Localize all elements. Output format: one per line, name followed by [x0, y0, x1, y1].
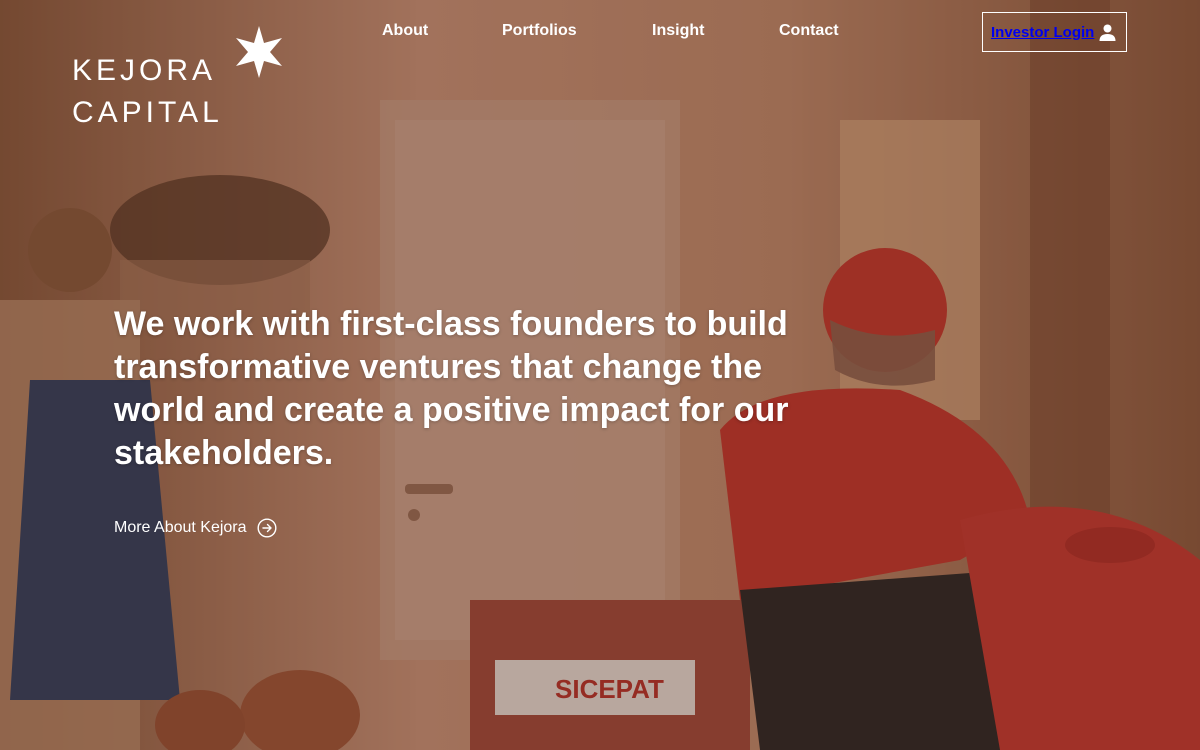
more-about-link[interactable]: More About Kejora: [114, 518, 277, 538]
nav-portfolios[interactable]: Portfolios: [502, 22, 577, 40]
investor-login-button[interactable]: Investor Login: [982, 12, 1127, 52]
brand-name-line1: KEJORA: [72, 54, 217, 87]
brand-name-line2: CAPITAL: [72, 96, 223, 129]
nav-contact[interactable]: Contact: [779, 22, 839, 40]
user-icon: [1099, 24, 1116, 41]
investor-login-label: Investor Login: [991, 23, 1095, 41]
arrow-right-circle-icon: [257, 518, 277, 538]
more-about-label: More About Kejora: [114, 519, 247, 536]
star-icon: [236, 26, 282, 78]
nav-insight[interactable]: Insight: [652, 22, 704, 40]
brand-logo[interactable]: KEJORA CAPITAL: [72, 26, 287, 130]
hero-headline: We work with first-class founders to bui…: [114, 305, 789, 472]
nav-about[interactable]: About: [382, 22, 428, 40]
